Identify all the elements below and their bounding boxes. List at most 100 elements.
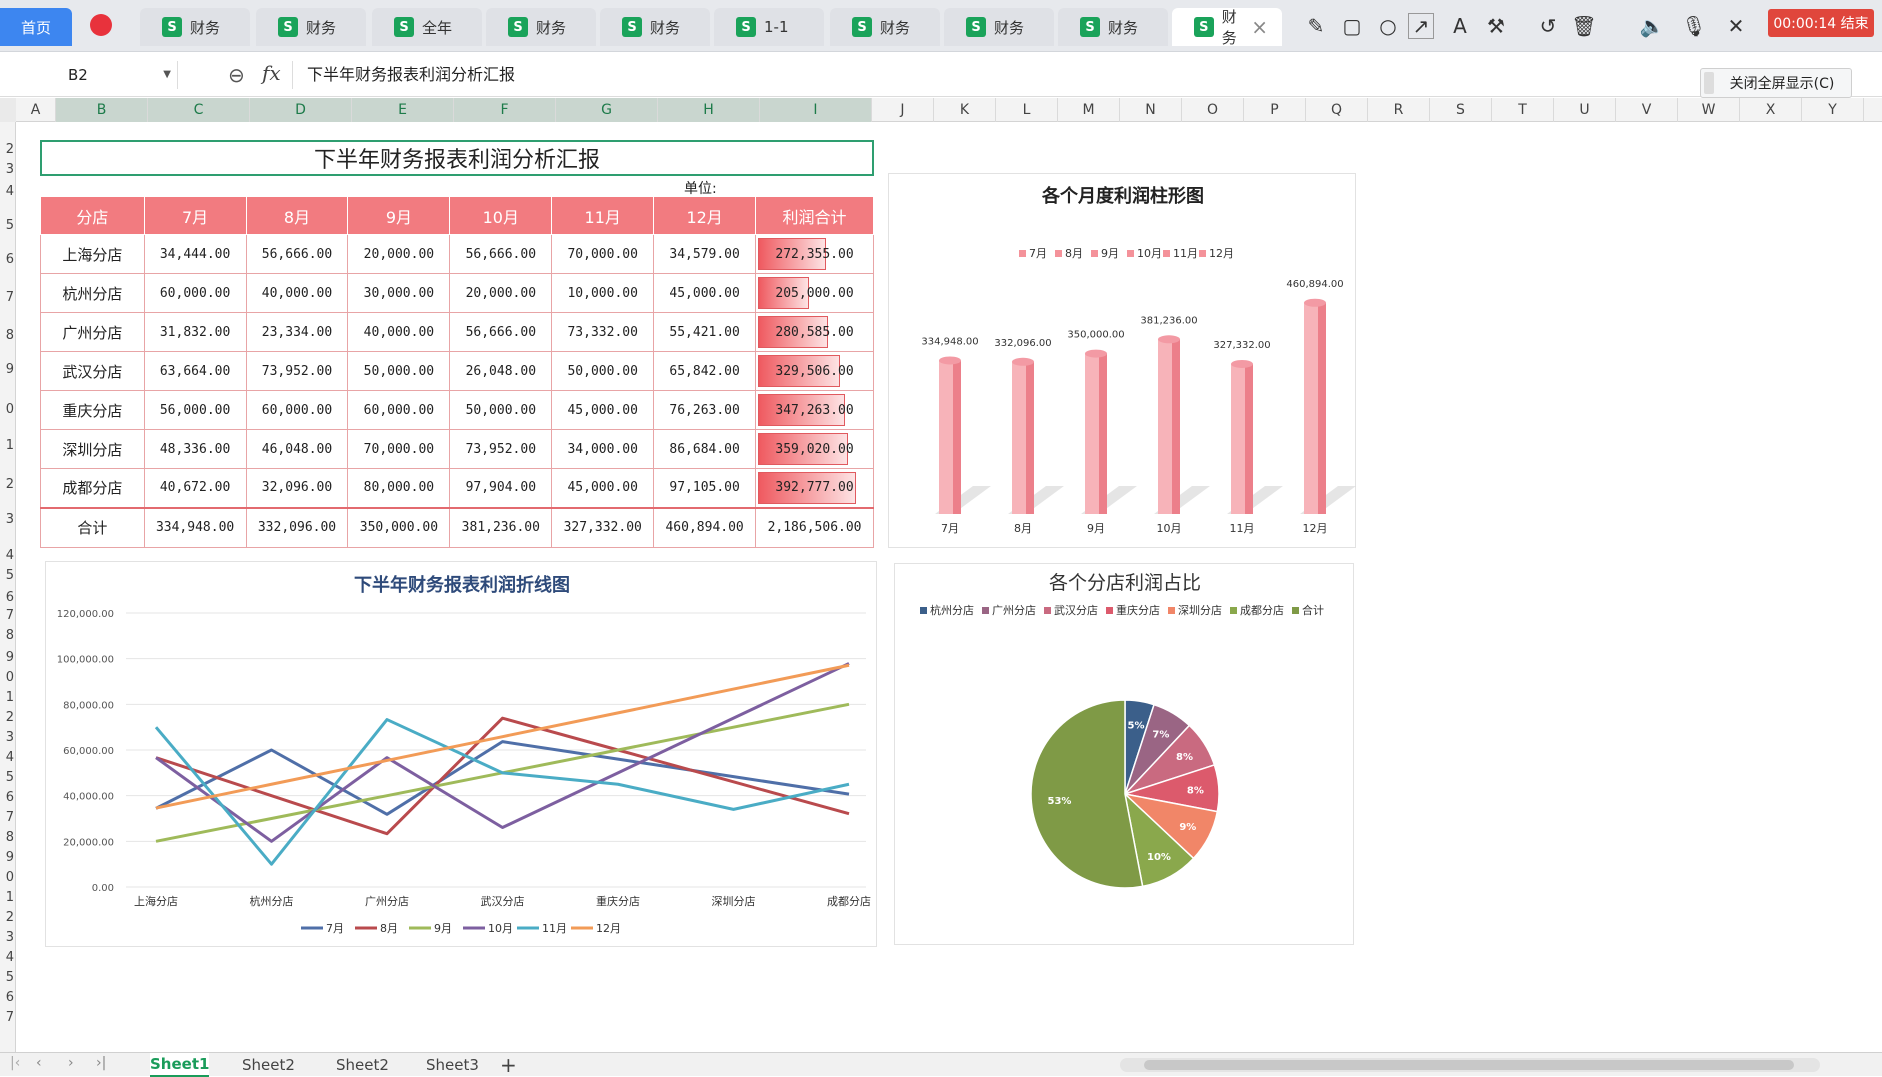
report-title-cell[interactable]: 下半年财务报表利润分析汇报: [40, 140, 874, 176]
row-header-cell[interactable]: 0: [0, 402, 15, 417]
row-header-cell[interactable]: 5: [0, 568, 15, 583]
value-cell[interactable]: 31,832.00: [143, 312, 247, 352]
row-header-cell[interactable]: 3: [0, 512, 15, 527]
magic-wand-icon[interactable]: ⚒: [1480, 10, 1512, 42]
value-cell[interactable]: 48,336.00: [143, 429, 247, 469]
column-header-cell[interactable]: P: [1244, 98, 1306, 122]
first-sheet-icon[interactable]: |‹: [10, 1055, 20, 1071]
profit-total-cell[interactable]: 272,355.00: [755, 234, 874, 274]
value-cell[interactable]: 34,000.00: [551, 429, 655, 469]
table-header-cell[interactable]: 利润合计: [755, 196, 874, 235]
pen-icon[interactable]: ✎: [1300, 10, 1332, 42]
column-header-cell[interactable]: L: [996, 98, 1058, 122]
row-header-cell[interactable]: 1: [0, 690, 15, 705]
document-tab[interactable]: S 财务: [944, 8, 1054, 46]
branch-name-cell[interactable]: 武汉分店: [40, 351, 145, 391]
document-tab[interactable]: S 财务: [256, 8, 366, 46]
table-header-cell[interactable]: 9月: [347, 196, 451, 235]
value-cell[interactable]: 40,672.00: [143, 468, 247, 508]
add-sheet-icon[interactable]: +: [500, 1053, 517, 1077]
value-cell[interactable]: 55,421.00: [653, 312, 757, 352]
prev-sheet-icon[interactable]: ‹: [36, 1055, 42, 1071]
column-header-cell[interactable]: K: [934, 98, 996, 122]
profit-total-cell[interactable]: 347,263.00: [755, 390, 874, 430]
value-cell[interactable]: 40,000.00: [347, 312, 451, 352]
sheet-tab[interactable]: Sheet3: [426, 1053, 479, 1077]
value-cell[interactable]: 50,000.00: [551, 351, 655, 391]
row-header-cell[interactable]: 6: [0, 252, 15, 267]
value-cell[interactable]: 56,666.00: [449, 312, 553, 352]
column-header-cell[interactable]: S: [1430, 98, 1492, 122]
row-header-cell[interactable]: 6: [0, 790, 15, 805]
line-series[interactable]: [155, 663, 850, 810]
column-header-cell[interactable]: T: [1492, 98, 1554, 122]
table-header-cell[interactable]: 10月: [449, 196, 553, 235]
value-cell[interactable]: 45,000.00: [551, 468, 655, 508]
value-cell[interactable]: 60,000.00: [347, 390, 451, 430]
profit-line-chart[interactable]: 下半年财务报表利润折线图 0.00 20,000.00 40,000.00 60,000…: [45, 561, 877, 947]
monthly-profit-bar-chart[interactable]: 各个月度利润柱形图 7月 8月 9月 10月 11月 12月 334,948.00 7月 332,…: [888, 173, 1356, 548]
speaker-icon[interactable]: 🔈: [1636, 10, 1668, 42]
bar[interactable]: [939, 360, 953, 514]
wps-logo-icon[interactable]: [90, 14, 112, 36]
branch-share-pie-chart[interactable]: 各个分店利润占比 杭州分店 广州分店 武汉分店 重庆分店 深圳分店 成都分店 合计 5% 7% 8%…: [894, 563, 1354, 945]
sheet-tab[interactable]: Sheet2: [336, 1053, 389, 1077]
value-cell[interactable]: 56,666.00: [245, 234, 349, 274]
value-cell[interactable]: 70,000.00: [347, 429, 451, 469]
column-header-cell[interactable]: O: [1182, 98, 1244, 122]
trash-icon[interactable]: 🗑: [1568, 10, 1600, 42]
select-all-corner[interactable]: [0, 98, 16, 122]
row-header-cell[interactable]: 0: [0, 670, 15, 685]
bar[interactable]: [1304, 302, 1318, 514]
column-header-cell[interactable]: C: [148, 98, 250, 122]
arrow-icon[interactable]: ↗: [1408, 13, 1434, 39]
last-sheet-icon[interactable]: ›|: [96, 1055, 106, 1071]
row-header-cell[interactable]: 3: [0, 930, 15, 945]
profit-total-cell[interactable]: 280,585.00: [755, 312, 874, 352]
total-cell[interactable]: 合计: [40, 506, 145, 548]
column-header-cell[interactable]: F: [454, 98, 556, 122]
total-cell[interactable]: 332,096.00: [245, 506, 349, 548]
table-header-cell[interactable]: 7月: [143, 196, 247, 235]
profit-total-cell[interactable]: 359,020.00: [755, 429, 874, 469]
row-header-cell[interactable]: 6: [0, 990, 15, 1005]
home-tab[interactable]: 首页: [0, 8, 72, 46]
sheet-tab[interactable]: Sheet2: [242, 1053, 295, 1077]
row-header-cell[interactable]: 4: [0, 548, 15, 563]
total-cell[interactable]: 381,236.00: [449, 506, 553, 548]
row-header-cell[interactable]: 7: [0, 290, 15, 305]
bar[interactable]: [1085, 353, 1099, 514]
close-fullscreen-button[interactable]: 关闭全屏显示(C): [1700, 68, 1852, 98]
row-header-cell[interactable]: 7: [0, 1010, 15, 1025]
value-cell[interactable]: 73,952.00: [449, 429, 553, 469]
document-tab[interactable]: S 全年: [372, 8, 482, 46]
row-header-cell[interactable]: 5: [0, 218, 15, 233]
value-cell[interactable]: 20,000.00: [347, 234, 451, 274]
total-cell[interactable]: 460,894.00: [653, 506, 757, 548]
document-tab[interactable]: S 财务: [830, 8, 940, 46]
row-header-cell[interactable]: 0: [0, 870, 15, 885]
profit-total-cell[interactable]: 329,506.00: [755, 351, 874, 391]
name-box[interactable]: B2 ▼: [0, 61, 178, 89]
row-header-cell[interactable]: 7: [0, 608, 15, 623]
horizontal-scrollbar[interactable]: [1120, 1058, 1820, 1072]
row-header-cell[interactable]: 8: [0, 328, 15, 343]
branch-name-cell[interactable]: 深圳分店: [40, 429, 145, 469]
column-header-cell[interactable]: M: [1058, 98, 1120, 122]
fx-icon[interactable]: fx: [262, 61, 281, 85]
value-cell[interactable]: 50,000.00: [347, 351, 451, 391]
line-series[interactable]: [155, 740, 850, 816]
row-header-cell[interactable]: 2: [0, 477, 15, 492]
column-header-cell[interactable]: A: [16, 98, 56, 122]
row-header-cell[interactable]: 4: [0, 750, 15, 765]
value-cell[interactable]: 20,000.00: [449, 273, 553, 313]
profit-total-cell[interactable]: 392,777.00: [755, 468, 874, 508]
value-cell[interactable]: 63,664.00: [143, 351, 247, 391]
row-header-cell[interactable]: 4: [0, 950, 15, 965]
row-header-cell[interactable]: 1: [0, 438, 15, 453]
value-cell[interactable]: 26,048.00: [449, 351, 553, 391]
bar[interactable]: [1231, 363, 1245, 514]
close-icon[interactable]: ✕: [1720, 10, 1752, 42]
column-header-cell[interactable]: N: [1120, 98, 1182, 122]
branch-name-cell[interactable]: 重庆分店: [40, 390, 145, 430]
